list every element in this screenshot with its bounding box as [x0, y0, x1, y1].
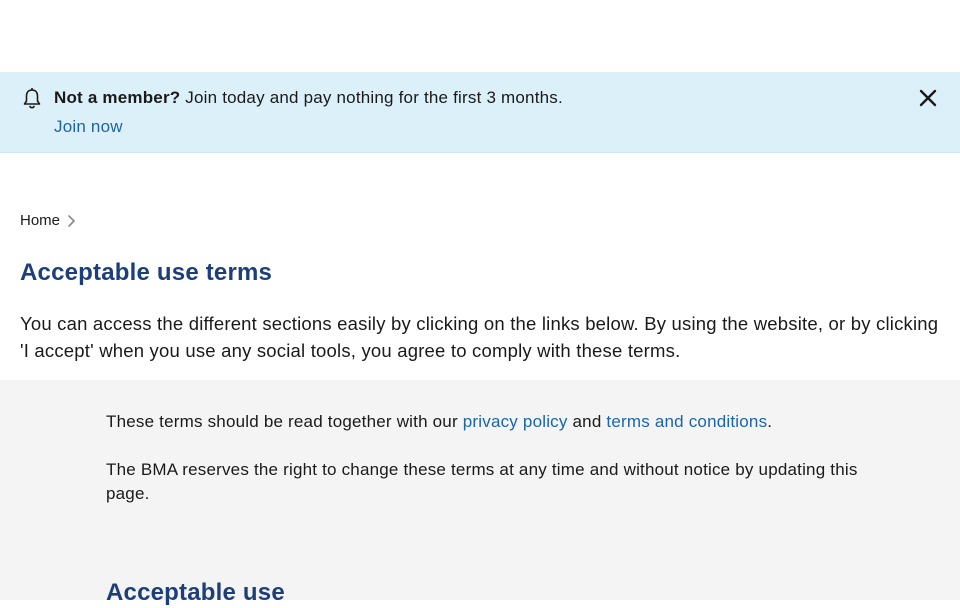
terms-paragraph-2: The BMA reserves the right to change the…: [106, 460, 858, 503]
breadcrumb-home-link[interactable]: Home: [20, 211, 60, 231]
site-header: [0, 0, 960, 72]
p1-suffix: .: [767, 412, 773, 431]
p1-prefix: These terms should be read together with…: [106, 412, 463, 431]
terms-and-conditions-link[interactable]: terms and conditions: [606, 412, 767, 431]
p1-mid: and: [567, 412, 607, 431]
bell-icon: [23, 88, 41, 109]
terms-paragraph-1: These terms should be read together with…: [106, 410, 866, 434]
banner-message: Not a member? Join today and pay nothing…: [54, 88, 563, 108]
page-title: Acceptable use terms: [20, 259, 273, 286]
breadcrumb: Home: [20, 211, 76, 231]
terms-content: These terms should be read together with…: [0, 380, 960, 606]
section-title-acceptable-use: Acceptable use: [106, 579, 285, 606]
intro-text: You can access the different sections ea…: [20, 313, 939, 361]
membership-banner: Not a member? Join today and pay nothing…: [0, 72, 960, 153]
banner-text: Join today and pay nothing for the first…: [180, 88, 563, 107]
chevron-right-icon: [68, 215, 75, 227]
privacy-policy-link[interactable]: privacy policy: [463, 412, 568, 431]
close-icon[interactable]: [918, 88, 938, 108]
banner-bold-text: Not a member?: [54, 88, 181, 107]
join-now-link[interactable]: Join now: [54, 117, 123, 137]
